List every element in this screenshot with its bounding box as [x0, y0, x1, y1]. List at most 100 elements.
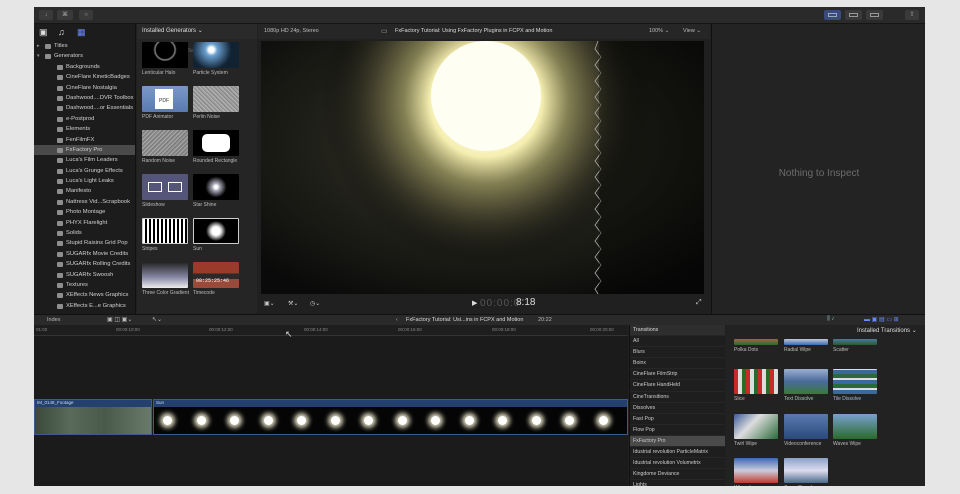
library-item[interactable]: CineFlare KineticBadges: [34, 72, 135, 82]
library-item[interactable]: e-Postprod: [34, 114, 135, 124]
library-item[interactable]: XEffects News Graphics: [34, 290, 135, 300]
transition-category[interactable]: Idustrial revolution ParticleMatrix: [630, 447, 725, 459]
library-item[interactable]: Luca's Light Leaks: [34, 176, 135, 186]
library-item[interactable]: FxFactory Pro: [34, 144, 135, 156]
speed-icon[interactable]: ◷⌄: [310, 300, 320, 307]
transition-category[interactable]: Lights: [630, 480, 725, 486]
transition-thumb[interactable]: [734, 458, 778, 483]
transition-category[interactable]: Fast Pop: [630, 414, 725, 425]
library-item[interactable]: ▸ Titles: [34, 41, 135, 51]
library-item[interactable]: SUGARfx Rolling Credits: [34, 259, 135, 269]
generator-thumb[interactable]: [142, 174, 188, 200]
library-item[interactable]: Manifesto: [34, 186, 135, 196]
transition-category[interactable]: Blurs: [630, 347, 725, 359]
play-button[interactable]: ▶: [472, 299, 477, 307]
generator-thumb[interactable]: PDF: [142, 86, 188, 112]
library-item[interactable]: Dashwood....or Essentials: [34, 103, 135, 113]
enhance-icon[interactable]: ⚒⌄: [288, 300, 298, 307]
zoom-menu[interactable]: 100% ⌄: [649, 28, 669, 34]
transition-thumb[interactable]: [833, 414, 877, 439]
library-item[interactable]: ▾ Generators: [34, 51, 135, 61]
transition-category[interactable]: CineFlare HandHeld: [630, 380, 725, 392]
library-item[interactable]: Nattress Vid...Scrapbook: [34, 197, 135, 207]
viewer-canvas[interactable]: [261, 41, 704, 294]
generator-label: Star Shine: [193, 202, 217, 208]
generator-thumb[interactable]: [142, 262, 188, 288]
transition-category[interactable]: Kingdome Deviance: [630, 469, 725, 481]
transition-thumb[interactable]: [833, 339, 877, 345]
music-icon[interactable]: ♫: [58, 27, 68, 37]
background-tasks-button[interactable]: ○: [79, 10, 93, 20]
ruler-tick-label: 00:00:16:00: [398, 327, 422, 332]
generator-thumb[interactable]: [193, 174, 239, 200]
library-item[interactable]: CineFlare Nostalgia: [34, 83, 135, 93]
view-menu[interactable]: View ⌄: [683, 28, 701, 34]
library-item[interactable]: Luca's Film Leaders: [34, 155, 135, 165]
index-button[interactable]: Index: [47, 317, 60, 323]
keyword-button[interactable]: ⌘: [57, 10, 73, 20]
library-item[interactable]: XEffects E...e Graphics: [34, 301, 135, 311]
transition-thumb[interactable]: [784, 339, 828, 345]
audio-skimming-icon[interactable]: ⫼ ♪: [827, 316, 834, 323]
library-item[interactable]: Luca's Grunge Effects: [34, 166, 135, 176]
edit-tools-icon[interactable]: ▣ ◫ ▣⌄: [107, 316, 132, 323]
browser-header[interactable]: Installed Generators ⌄: [137, 24, 257, 39]
pointer-tool-icon[interactable]: ↖⌄: [152, 316, 162, 323]
transition-category[interactable]: Idustrial revolution Volumetrix: [630, 458, 725, 470]
transition-label: Slice: [734, 396, 745, 402]
library-item-label: Titles: [54, 43, 68, 49]
library-item[interactable]: PHYX Flarelight: [34, 218, 135, 228]
library-item[interactable]: Photo Montage: [34, 207, 135, 217]
generator-thumb[interactable]: [142, 42, 188, 68]
layout-browser-button[interactable]: [824, 10, 841, 20]
video-clip-footage[interactable]: IM_0148_Footage: [34, 399, 152, 435]
disclosure-open-icon[interactable]: ▾: [37, 51, 40, 61]
library-item[interactable]: SUGARfx Movie Credits: [34, 249, 135, 259]
disclosure-closed-icon[interactable]: ▸: [37, 41, 40, 51]
transition-thumb[interactable]: [784, 369, 828, 394]
transition-category[interactable]: CineTransitions: [630, 392, 725, 403]
transition-category[interactable]: All: [630, 336, 725, 348]
generator-thumb[interactable]: [193, 130, 239, 156]
timeline-ruler[interactable]: 01:00 00:00:10:00 00:00:12:00 00:00:14:00 00…: [34, 325, 628, 336]
layout-timeline-button[interactable]: [845, 10, 862, 20]
transition-thumb[interactable]: [734, 414, 778, 439]
transition-thumb[interactable]: [784, 414, 828, 439]
transition-category[interactable]: FxFactory Pro: [630, 435, 725, 448]
folder-icon: [57, 251, 63, 257]
generator-thumb[interactable]: [142, 130, 188, 156]
transition-thumb[interactable]: [833, 369, 877, 394]
transition-category[interactable]: CineFlare FilmStrip: [630, 369, 725, 381]
library-item[interactable]: Backgrounds: [34, 62, 135, 72]
transition-thumb[interactable]: [784, 458, 828, 483]
generator-thumb[interactable]: [193, 218, 239, 244]
effects-browser-icon[interactable]: ▬ ▣ ▤ ▭ ⊞: [864, 316, 899, 323]
transform-icon[interactable]: ▣⌄: [264, 300, 275, 307]
fullscreen-icon[interactable]: ⤢: [696, 299, 702, 307]
library-item[interactable]: Textures: [34, 280, 135, 290]
generator-thumb[interactable]: [193, 42, 239, 68]
transition-category[interactable]: Boinx: [630, 358, 725, 370]
generator-thumb[interactable]: [142, 218, 188, 244]
library-item[interactable]: Elements: [34, 124, 135, 134]
transition-category[interactable]: Flow Pop: [630, 425, 725, 436]
transition-thumb[interactable]: [734, 369, 778, 394]
viewer-title: FxFactory Tutorial: Using FxFactory Plug…: [395, 28, 553, 34]
transition-category[interactable]: Dissolves: [630, 403, 725, 414]
installed-transitions-menu[interactable]: Installed Transitions ⌄: [857, 327, 917, 334]
camera-icon[interactable]: ▣: [39, 27, 49, 37]
share-button[interactable]: ⇧: [905, 10, 919, 20]
transition-thumb[interactable]: [734, 339, 778, 345]
generator-clip-sun[interactable]: Sun: [153, 399, 628, 435]
library-item[interactable]: Stupid Raisins Grid Pop: [34, 238, 135, 248]
import-button[interactable]: ↓: [39, 10, 53, 20]
generator-thumb[interactable]: 00:25:25:46: [193, 262, 239, 288]
generator-thumb[interactable]: [193, 86, 239, 112]
titles-generators-icon[interactable]: ▦: [77, 27, 87, 37]
layout-inspector-button[interactable]: [866, 10, 883, 20]
history-back-icon[interactable]: ‹: [396, 317, 398, 323]
library-item[interactable]: Solids: [34, 228, 135, 238]
library-item[interactable]: SUGARfx Swoosh: [34, 270, 135, 280]
library-item[interactable]: Dashwood....DVR Toolbox: [34, 93, 135, 103]
library-item[interactable]: FenFilmFX: [34, 135, 135, 145]
